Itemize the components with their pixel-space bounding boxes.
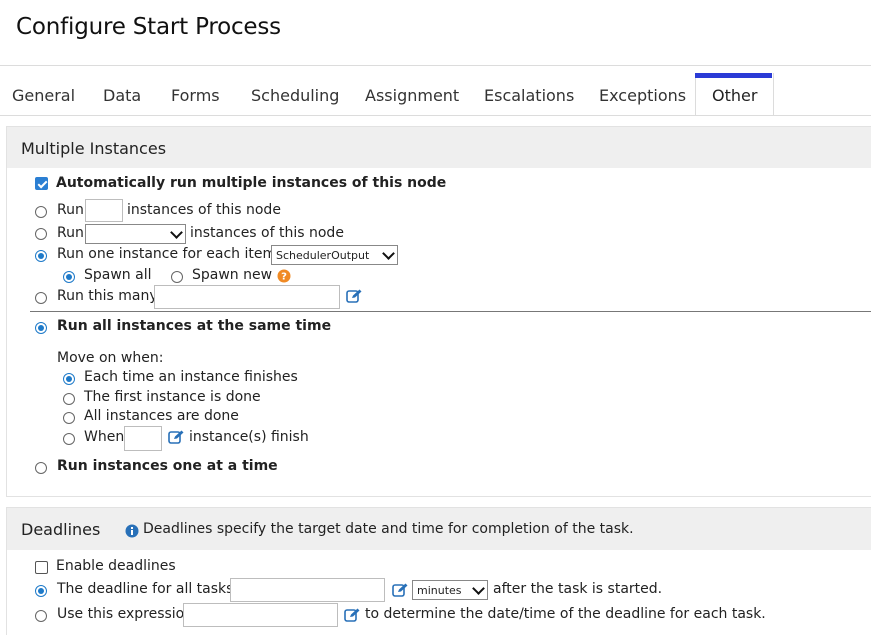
section-divider <box>30 311 871 312</box>
tab-exceptions[interactable]: Exceptions <box>599 86 686 105</box>
move-all-label: All instances are done <box>84 408 239 424</box>
spawn-all-label: Spawn all <box>84 267 152 283</box>
header-divider <box>0 65 871 66</box>
tab-forms[interactable]: Forms <box>171 86 220 105</box>
run-each-label: Run one instance for each item in <box>57 246 294 262</box>
run-select-suffix: instances of this node <box>190 225 344 241</box>
run-n-radio[interactable] <box>35 206 47 218</box>
info-icon <box>125 524 139 538</box>
auto-run-checkbox[interactable] <box>35 177 48 190</box>
run-all-same-time-radio[interactable] <box>35 322 47 334</box>
tab-escalations[interactable]: Escalations <box>484 86 574 105</box>
run-n-label: Run <box>57 202 84 218</box>
edit-icon[interactable] <box>168 430 184 444</box>
spawn-all-radio[interactable] <box>63 271 75 283</box>
tab-assignment[interactable]: Assignment <box>365 86 459 105</box>
use-expression-radio[interactable] <box>35 610 47 622</box>
tab-other[interactable]: Other <box>712 86 757 105</box>
auto-run-label: Automatically run multiple instances of … <box>56 175 447 191</box>
each-item-select[interactable]: SchedulerOutput <box>271 245 398 265</box>
move-when-label: When <box>84 429 125 445</box>
after-started-label: after the task is started. <box>493 581 663 597</box>
tab-general[interactable]: General <box>12 86 75 105</box>
chevron-down-icon <box>472 581 485 595</box>
move-first-radio[interactable] <box>63 393 75 405</box>
multiple-instances-title: Multiple Instances <box>21 139 167 158</box>
move-on-when-label: Move on when: <box>57 350 164 366</box>
run-select-label: Run <box>57 225 84 241</box>
move-each-radio[interactable] <box>63 373 75 385</box>
move-each-label: Each time an instance finishes <box>84 369 298 385</box>
page-title: Configure Start Process <box>16 14 281 40</box>
tab-scheduling[interactable]: Scheduling <box>251 86 339 105</box>
each-item-select-value: SchedulerOutput <box>276 248 370 262</box>
tabs-divider <box>0 115 871 116</box>
expression-input[interactable] <box>183 603 338 627</box>
deadline-unit-select[interactable]: minutes <box>412 580 488 600</box>
active-tab-indicator <box>695 73 772 78</box>
use-expression-label: Use this expression <box>57 606 194 622</box>
edit-icon[interactable] <box>392 583 408 597</box>
run-count-select[interactable] <box>85 224 186 244</box>
enable-deadlines-checkbox[interactable] <box>35 561 48 574</box>
move-all-radio[interactable] <box>63 412 75 424</box>
spawn-new-radio[interactable] <box>171 271 183 283</box>
instances-finish-label: instance(s) finish <box>189 429 309 445</box>
deadline-all-tasks-radio[interactable] <box>35 585 47 597</box>
tab-data[interactable]: Data <box>103 86 141 105</box>
chevron-down-icon <box>382 246 395 260</box>
run-all-same-time-label: Run all instances at the same time <box>57 318 332 334</box>
run-n-input[interactable] <box>85 199 123 222</box>
run-one-at-a-time-radio[interactable] <box>35 462 47 474</box>
run-this-many-label: Run this many: <box>57 288 162 304</box>
deadline-unit-value: minutes <box>417 583 462 597</box>
move-when-radio[interactable] <box>63 433 75 445</box>
enable-deadlines-label: Enable deadlines <box>56 558 176 574</box>
run-each-radio[interactable] <box>35 250 47 262</box>
deadline-all-tasks-label: The deadline for all tasks is <box>57 581 250 597</box>
deadlines-title: Deadlines <box>21 520 101 539</box>
svg-text:?: ? <box>281 272 287 283</box>
run-one-at-a-time-label: Run instances one at a time <box>57 458 278 474</box>
help-icon[interactable]: ? <box>277 269 291 283</box>
chevron-down-icon <box>170 225 183 239</box>
run-n-suffix: instances of this node <box>127 202 281 218</box>
edit-icon[interactable] <box>346 289 362 303</box>
run-this-many-radio[interactable] <box>35 292 47 304</box>
edit-icon[interactable] <box>344 608 360 622</box>
run-select-radio[interactable] <box>35 228 47 240</box>
deadline-value-input[interactable] <box>230 578 385 602</box>
move-first-label: The first instance is done <box>84 389 261 405</box>
expression-suffix: to determine the date/time of the deadli… <box>365 606 766 622</box>
run-this-many-input[interactable] <box>154 285 340 309</box>
when-count-input[interactable] <box>124 426 162 451</box>
spawn-new-label: Spawn new <box>192 267 273 283</box>
deadlines-info-text: Deadlines specify the target date and ti… <box>143 521 634 537</box>
